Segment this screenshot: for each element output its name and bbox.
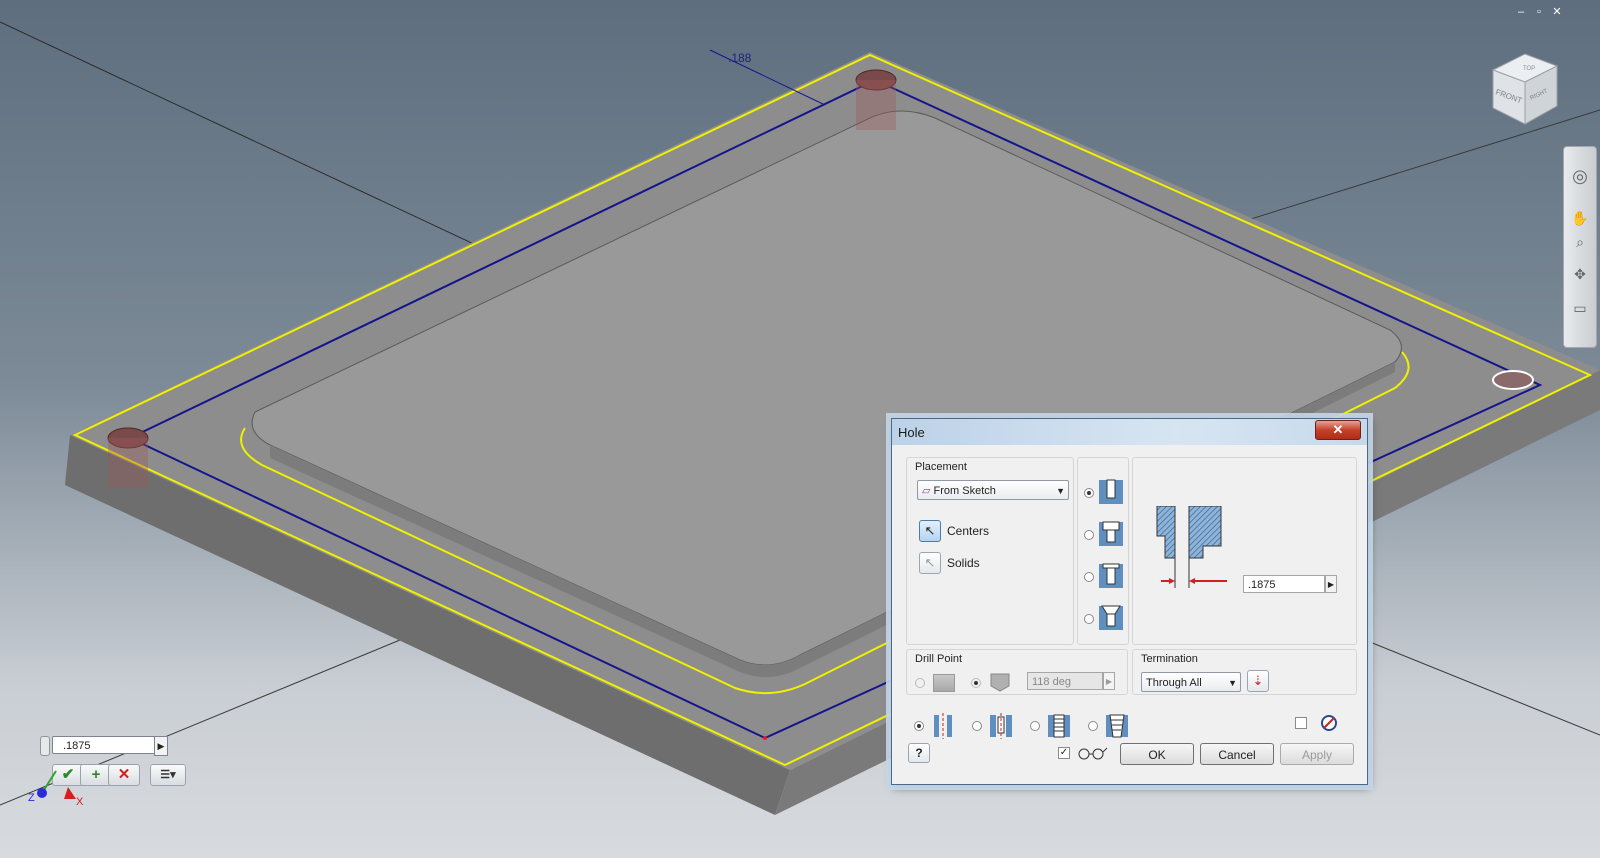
minimize-button[interactable]: –: [1514, 6, 1528, 18]
solids-label: Solids: [947, 556, 980, 570]
hole-dialog: Hole ✕ Placement ▱ From Sketch ▼ ↖ Cente…: [891, 418, 1368, 785]
z-axis-icon: [37, 788, 47, 798]
placement-label: Placement: [915, 461, 967, 473]
tapped-hole-icon: [1048, 714, 1070, 738]
taper-tapped-hole-icon: [1106, 714, 1128, 738]
dialog-body: Placement ▱ From Sketch ▼ ↖ Centers ↖ So…: [896, 447, 1363, 780]
dialog-titlebar[interactable]: Hole ✕: [892, 419, 1367, 445]
drill-point-group: Drill Point 118 deg ▶: [906, 649, 1128, 695]
pan-icon[interactable]: ✋: [1571, 209, 1589, 227]
ok-button[interactable]: OK: [1120, 743, 1194, 765]
diameter-flyout-arrow[interactable]: ▶: [154, 736, 168, 756]
dialog-title: Hole: [898, 425, 925, 440]
spotface-icon: [1099, 563, 1123, 588]
mini-options-button[interactable]: ☰▾: [150, 764, 186, 786]
hole-preview-group: .1875 ▶: [1132, 457, 1357, 645]
help-button[interactable]: ?: [908, 743, 930, 763]
sketch-point: [763, 736, 767, 740]
taper-tapped-hole-radio[interactable]: [1088, 721, 1098, 731]
angle-point-icon: [990, 673, 1010, 692]
x-axis-label: X: [76, 796, 84, 808]
flip-direction-button[interactable]: ⇣: [1247, 670, 1269, 692]
termination-label: Termination: [1141, 653, 1198, 665]
steering-wheel-icon[interactable]: ◎: [1571, 167, 1589, 185]
zoom-icon[interactable]: ⌕: [1571, 233, 1589, 251]
flat-point-icon: [933, 674, 955, 692]
centers-select-button[interactable]: ↖: [919, 520, 941, 542]
placement-dropdown[interactable]: ▱ From Sketch ▼: [917, 480, 1069, 500]
dialog-close-button[interactable]: ✕: [1315, 420, 1361, 440]
hole-preview-selected: [1492, 370, 1534, 390]
drilled-hole-icon: [1099, 479, 1123, 504]
orbit-icon[interactable]: ✥: [1571, 265, 1589, 283]
apply-button[interactable]: Apply: [1280, 743, 1354, 765]
simple-hole-icon: [934, 713, 952, 739]
termination-dropdown[interactable]: Through All ▼: [1141, 672, 1241, 692]
solids-select-button[interactable]: ↖: [919, 552, 941, 574]
drill-point-label: Drill Point: [915, 653, 963, 665]
diameter-arrow[interactable]: ▶: [1325, 575, 1337, 593]
counterbore-icon: [1099, 521, 1123, 546]
simple-hole-radio[interactable]: [914, 721, 924, 731]
x-axis-icon: [64, 787, 76, 799]
view-cube[interactable]: TOP FRONT RIGHT: [1485, 52, 1565, 132]
infer-ifeatures-checkbox[interactable]: [1295, 717, 1307, 729]
counterbore-radio[interactable]: [1084, 530, 1094, 540]
drill-angle-arrow[interactable]: ▶: [1103, 672, 1115, 690]
axis-line: [0, 21, 541, 276]
centers-label: Centers: [947, 524, 990, 538]
navigation-bar: ◎ ✋ ⌕ ✥ ▭: [1563, 146, 1597, 348]
hole-section-preview: [1156, 506, 1227, 588]
clearance-hole-radio[interactable]: [972, 721, 982, 731]
tapped-hole-radio[interactable]: [1030, 721, 1040, 731]
termination-group: Termination Through All ▼ ⇣: [1132, 649, 1357, 695]
dimension-label[interactable]: .188: [728, 51, 751, 65]
close-window-button[interactable]: ✕: [1550, 6, 1564, 18]
z-axis-label: Z: [28, 792, 35, 804]
preview-checkbox[interactable]: ✓: [1058, 747, 1070, 759]
placement-group: Placement ▱ From Sketch ▼ ↖ Centers ↖ So…: [906, 457, 1074, 645]
flat-point-radio[interactable]: [915, 678, 925, 688]
countersink-radio[interactable]: [1084, 614, 1094, 624]
cancel-dialog-button[interactable]: Cancel: [1200, 743, 1274, 765]
chevron-down-icon: ▼: [1056, 486, 1065, 496]
coordinate-triad: Z X: [28, 770, 84, 808]
viewcube-top-label: TOP: [1523, 66, 1535, 72]
sketch-icon: ▱: [922, 485, 931, 497]
hole-preview-body: [856, 80, 896, 130]
termination-value: Through All: [1146, 677, 1202, 689]
no-entry-icon[interactable]: [1320, 714, 1338, 732]
axis-line: [1364, 639, 1600, 736]
spotface-radio[interactable]: [1084, 572, 1094, 582]
mini-toolbar-grip[interactable]: [40, 736, 50, 756]
hole-type-group: [1077, 457, 1129, 645]
restore-button[interactable]: ▫: [1532, 6, 1546, 18]
diameter-input[interactable]: .1875: [52, 736, 160, 754]
drilled-radio[interactable]: [1084, 488, 1094, 498]
preview-glasses-icon: [1078, 747, 1108, 760]
countersink-icon: [1099, 605, 1123, 630]
hole-preview-body: [108, 438, 148, 488]
look-at-icon[interactable]: ▭: [1571, 299, 1589, 317]
chevron-down-icon: ▼: [1228, 678, 1237, 688]
clearance-hole-icon: [990, 713, 1012, 739]
diameter-field[interactable]: .1875: [1243, 575, 1325, 593]
cancel-button[interactable]: ✕: [108, 764, 140, 786]
placement-value: From Sketch: [933, 485, 996, 497]
drill-angle-field[interactable]: 118 deg: [1027, 672, 1103, 690]
angle-point-radio[interactable]: [971, 678, 981, 688]
